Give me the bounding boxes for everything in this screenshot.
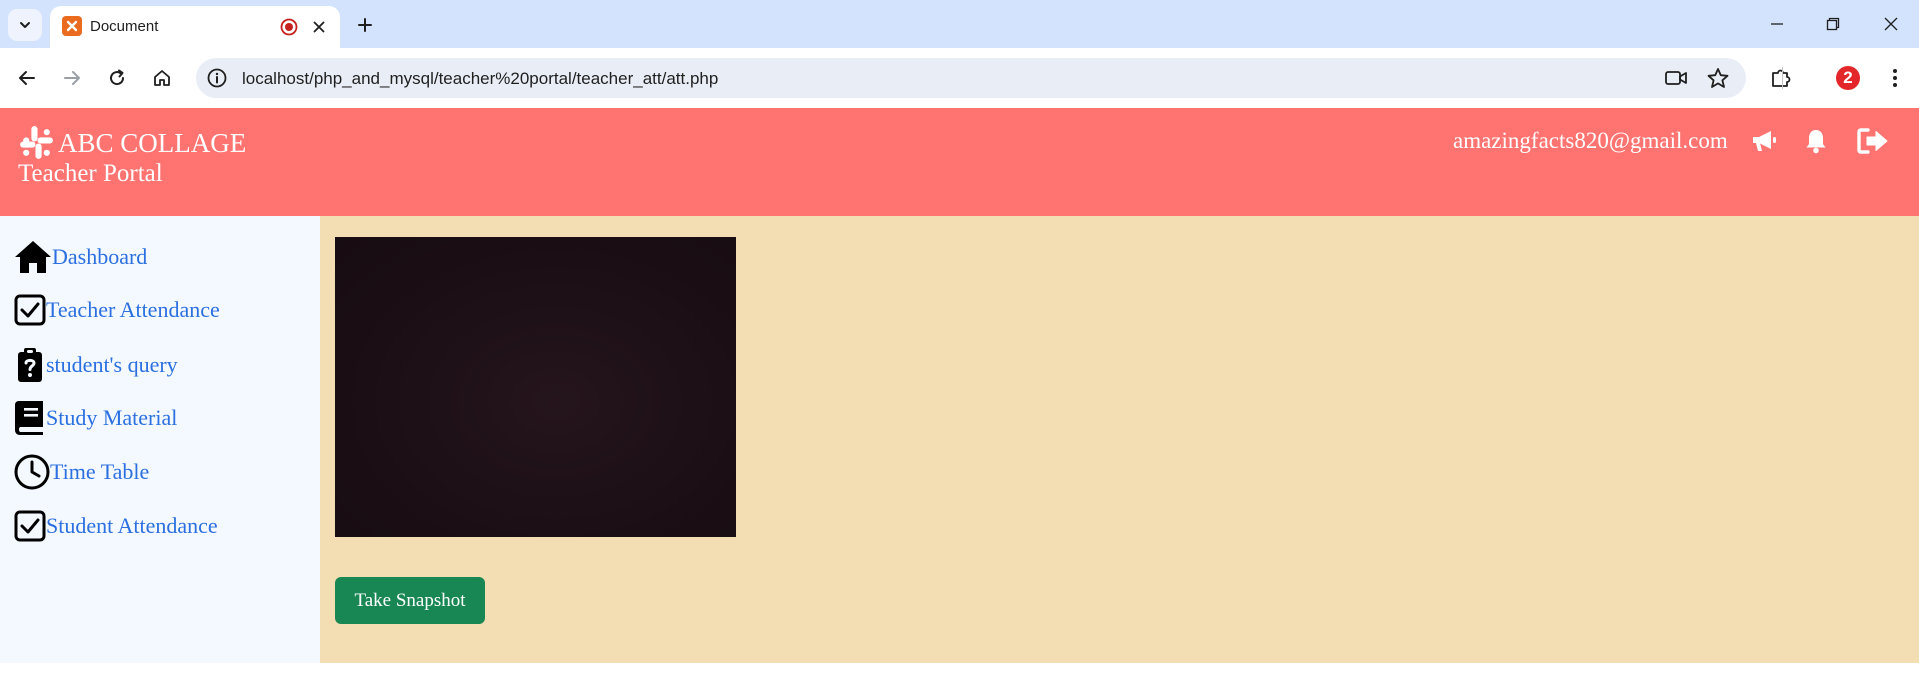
sidebar-item-study-material[interactable]: Study Material	[14, 400, 177, 436]
puzzle-icon	[1772, 69, 1791, 87]
notification-badge: 2	[1836, 66, 1860, 90]
new-tab-button[interactable]	[351, 11, 379, 39]
sidebar-item-student-attendance[interactable]: Student Attendance	[14, 510, 218, 542]
close-icon	[1884, 17, 1898, 31]
arrow-right-icon	[64, 71, 80, 85]
app-header: ABC COLLAGE Teacher Portal amazingfacts8…	[0, 108, 1919, 216]
minimize-icon	[1771, 23, 1783, 25]
book-icon	[14, 400, 46, 436]
sidebar-item-label[interactable]: Dashboard	[52, 244, 147, 270]
restore-button[interactable]	[1818, 10, 1848, 38]
browser-menu-button[interactable]	[1880, 63, 1910, 93]
home-icon	[154, 70, 170, 86]
browser-toolbar: localhost/php_and_mysql/teacher%20portal…	[0, 48, 1919, 108]
xampp-icon	[62, 16, 82, 36]
clock-icon	[14, 454, 50, 490]
main-content: Take Snapshot	[320, 216, 1919, 663]
minimize-button[interactable]	[1762, 10, 1792, 38]
portal-subtitle: Teacher Portal	[18, 160, 163, 187]
brand: ABC COLLAGE Teacher Portal	[18, 124, 246, 189]
restore-icon	[1826, 17, 1840, 31]
home-button[interactable]	[147, 63, 177, 93]
sidebar-item-dashboard[interactable]: Dashboard	[14, 239, 147, 275]
plus-icon	[358, 18, 372, 32]
recording-icon	[280, 18, 298, 36]
close-window-button[interactable]	[1876, 10, 1906, 38]
extension-notification-button[interactable]: 2	[1833, 63, 1863, 93]
browser-tab[interactable]: Document	[50, 6, 340, 48]
home-icon	[14, 239, 52, 275]
chevron-down-icon	[20, 22, 30, 28]
checkbox-icon	[14, 510, 46, 542]
sidebar: Dashboard Teacher Attendance student's q…	[0, 216, 320, 663]
back-button[interactable]	[12, 63, 42, 93]
reload-icon	[110, 69, 125, 86]
star-icon[interactable]	[1706, 67, 1730, 89]
announcements-button[interactable]	[1750, 124, 1778, 158]
extensions-button[interactable]	[1766, 63, 1796, 93]
arrow-left-icon	[19, 71, 35, 85]
tab-title: Document	[90, 18, 159, 35]
close-icon	[313, 21, 325, 33]
url-text[interactable]: localhost/php_and_mysql/teacher%20portal…	[242, 69, 718, 89]
video-camera-icon[interactable]	[1664, 67, 1688, 89]
brand-name: ABC COLLAGE	[58, 127, 247, 158]
info-icon[interactable]	[206, 67, 228, 89]
sign-out-icon	[1857, 128, 1888, 154]
sidebar-item-label[interactable]: student's query	[46, 352, 178, 378]
bell-icon	[1806, 130, 1826, 154]
sidebar-item-time-table[interactable]: Time Table	[14, 454, 149, 490]
checkbox-icon	[14, 294, 46, 326]
forward-button[interactable]	[57, 63, 87, 93]
sidebar-item-students-query[interactable]: student's query	[14, 347, 178, 383]
slack-logo-icon	[20, 126, 53, 159]
sidebar-item-label[interactable]: Student Attendance	[46, 513, 218, 539]
take-snapshot-button[interactable]: Take Snapshot	[335, 577, 485, 624]
notifications-button[interactable]	[1805, 124, 1827, 158]
more-vertical-icon	[1893, 69, 1897, 87]
tab-list-button[interactable]	[8, 9, 42, 41]
webcam-video	[335, 237, 736, 537]
sidebar-item-label[interactable]: Teacher Attendance	[46, 297, 220, 323]
clipboard-question-icon	[14, 347, 46, 383]
user-email: amazingfacts820@gmail.com	[1453, 128, 1728, 153]
address-bar[interactable]: localhost/php_and_mysql/teacher%20portal…	[196, 58, 1746, 98]
reload-button[interactable]	[102, 63, 132, 93]
sidebar-item-label[interactable]: Time Table	[50, 459, 149, 485]
megaphone-icon	[1753, 131, 1776, 151]
logout-button[interactable]	[1856, 124, 1890, 158]
sidebar-item-teacher-attendance[interactable]: Teacher Attendance	[14, 294, 220, 326]
toolbar-divider	[1782, 67, 1783, 89]
browser-tab-strip: Document	[0, 0, 1919, 48]
tab-close-button[interactable]	[308, 16, 330, 38]
sidebar-item-label[interactable]: Study Material	[46, 405, 177, 431]
